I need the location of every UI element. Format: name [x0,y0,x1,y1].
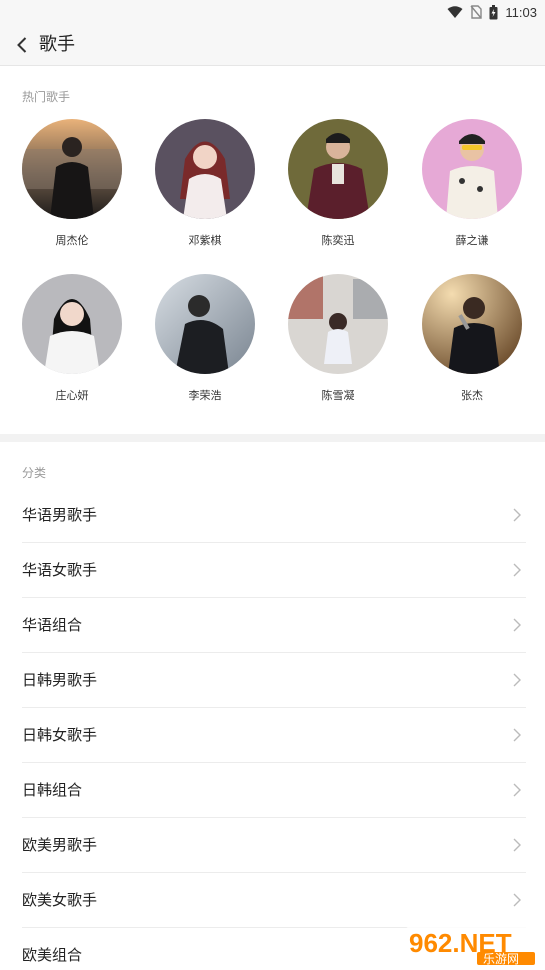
app-bar: 歌手 [0,24,545,66]
category-item[interactable]: 欧美女歌手 [22,873,526,928]
artist-avatar [22,119,122,219]
chevron-right-icon [513,563,521,577]
chevron-right-icon [513,673,521,687]
status-icons: 11:03 [447,3,537,21]
artist-name: 陈奕迅 [321,234,355,247]
category-label: 欧美男歌手 [22,836,98,854]
no-sim-icon [470,5,483,19]
artist-avatar [288,119,388,219]
artist-card[interactable]: 薛之谦 [417,119,527,248]
artist-avatar [155,119,255,219]
chevron-right-icon [513,783,521,797]
artist-name: 庄心妍 [55,389,89,402]
categories-label: 分类 [22,466,47,480]
chevron-right-icon [513,618,521,632]
status-bar: 11:03 [0,0,545,24]
artist-card[interactable]: 陈雪凝 [283,274,393,403]
artist-avatar [422,274,522,374]
status-time: 11:03 [505,4,537,20]
artist-card[interactable]: 庄心妍 [17,274,127,403]
category-item[interactable]: 华语男歌手 [22,488,526,543]
page-title: 歌手 [39,34,75,55]
category-item[interactable]: 日韩男歌手 [22,653,526,708]
artist-name: 邓紫棋 [188,234,222,247]
category-item[interactable]: 日韩女歌手 [22,708,526,763]
artist-avatar [22,274,122,374]
category-label: 欧美女歌手 [22,891,98,909]
artist-avatar [155,274,255,374]
artist-avatar [422,119,522,219]
watermark-logo: 962.NET 乐游网 [405,926,539,966]
chevron-right-icon [513,728,521,742]
watermark-sub: 乐游网 [483,952,519,966]
hot-artists-label: 热门歌手 [22,90,71,104]
category-label: 欧美组合 [22,946,83,964]
artist-card[interactable]: 张杰 [417,274,527,403]
artist-card[interactable]: 周杰伦 [17,119,127,248]
category-label: 华语组合 [22,616,83,634]
artist-name: 周杰伦 [55,234,89,247]
category-item[interactable]: 欧美男歌手 [22,818,526,873]
category-label: 华语女歌手 [22,561,98,579]
category-label: 华语男歌手 [22,506,98,524]
artist-name: 李荣浩 [188,389,222,402]
artist-card[interactable]: 陈奕迅 [283,119,393,248]
chevron-right-icon [513,893,521,907]
chevron-right-icon [513,508,521,522]
category-label: 日韩男歌手 [22,671,98,689]
artist-name: 陈雪凝 [321,389,355,402]
category-item[interactable]: 日韩组合 [22,763,526,818]
category-label: 日韩女歌手 [22,726,98,744]
artist-name: 张杰 [461,389,483,402]
wifi-icon [447,5,463,18]
artist-card[interactable]: 邓紫棋 [150,119,260,248]
chevron-right-icon [513,838,521,852]
category-item[interactable]: 华语组合 [22,598,526,653]
battery-icon [489,4,498,19]
artist-name: 薛之谦 [455,234,489,247]
section-divider [0,434,545,442]
back-button[interactable] [8,30,36,60]
artist-avatar [288,274,388,374]
category-item[interactable]: 华语女歌手 [22,543,526,598]
artist-card[interactable]: 李荣浩 [150,274,260,403]
back-arrow-icon [17,37,27,53]
category-label: 日韩组合 [22,781,83,799]
